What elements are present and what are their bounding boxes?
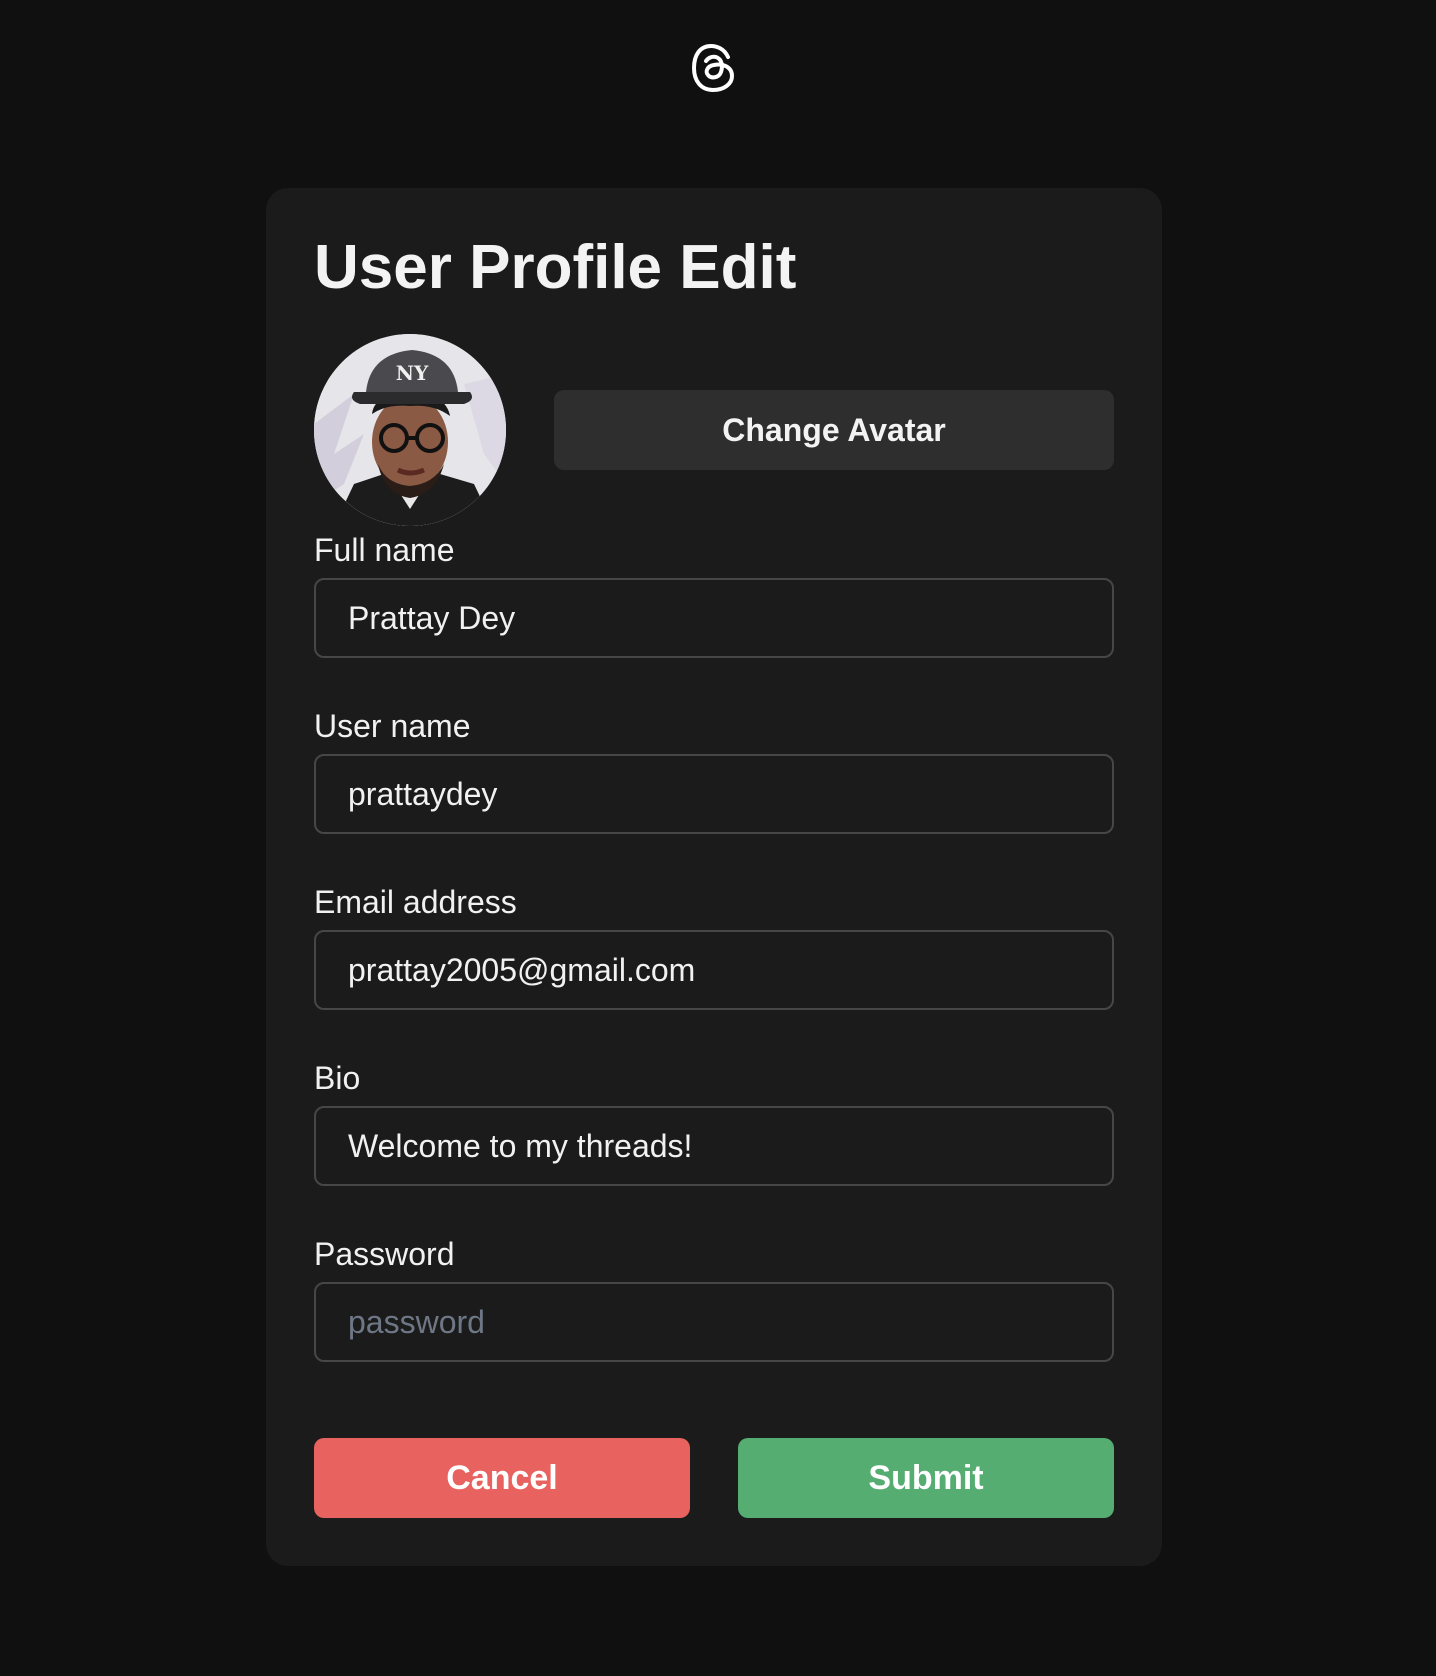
user-name-input[interactable] (314, 754, 1114, 834)
page: User Profile Edit NY Change Avatar Full … (0, 0, 1436, 1676)
threads-logo-icon[interactable] (690, 42, 738, 94)
user-name-label: User name (314, 708, 471, 744)
avatar: NY (314, 334, 506, 526)
page-title: User Profile Edit (314, 233, 797, 302)
email-input[interactable] (314, 930, 1114, 1010)
password-input[interactable] (314, 1282, 1114, 1362)
bio-label: Bio (314, 1060, 361, 1096)
cancel-button[interactable]: Cancel (314, 1438, 690, 1518)
full-name-input[interactable] (314, 578, 1114, 658)
password-label: Password (314, 1236, 455, 1272)
email-label: Email address (314, 884, 517, 920)
change-avatar-button[interactable]: Change Avatar (554, 390, 1114, 470)
bio-input[interactable] (314, 1106, 1114, 1186)
full-name-label: Full name (314, 532, 455, 568)
svg-text:NY: NY (396, 361, 429, 385)
submit-button[interactable]: Submit (738, 1438, 1114, 1518)
avatar-photo: NY (314, 334, 506, 526)
profile-edit-card: User Profile Edit NY Change Avatar Full … (266, 188, 1162, 1566)
